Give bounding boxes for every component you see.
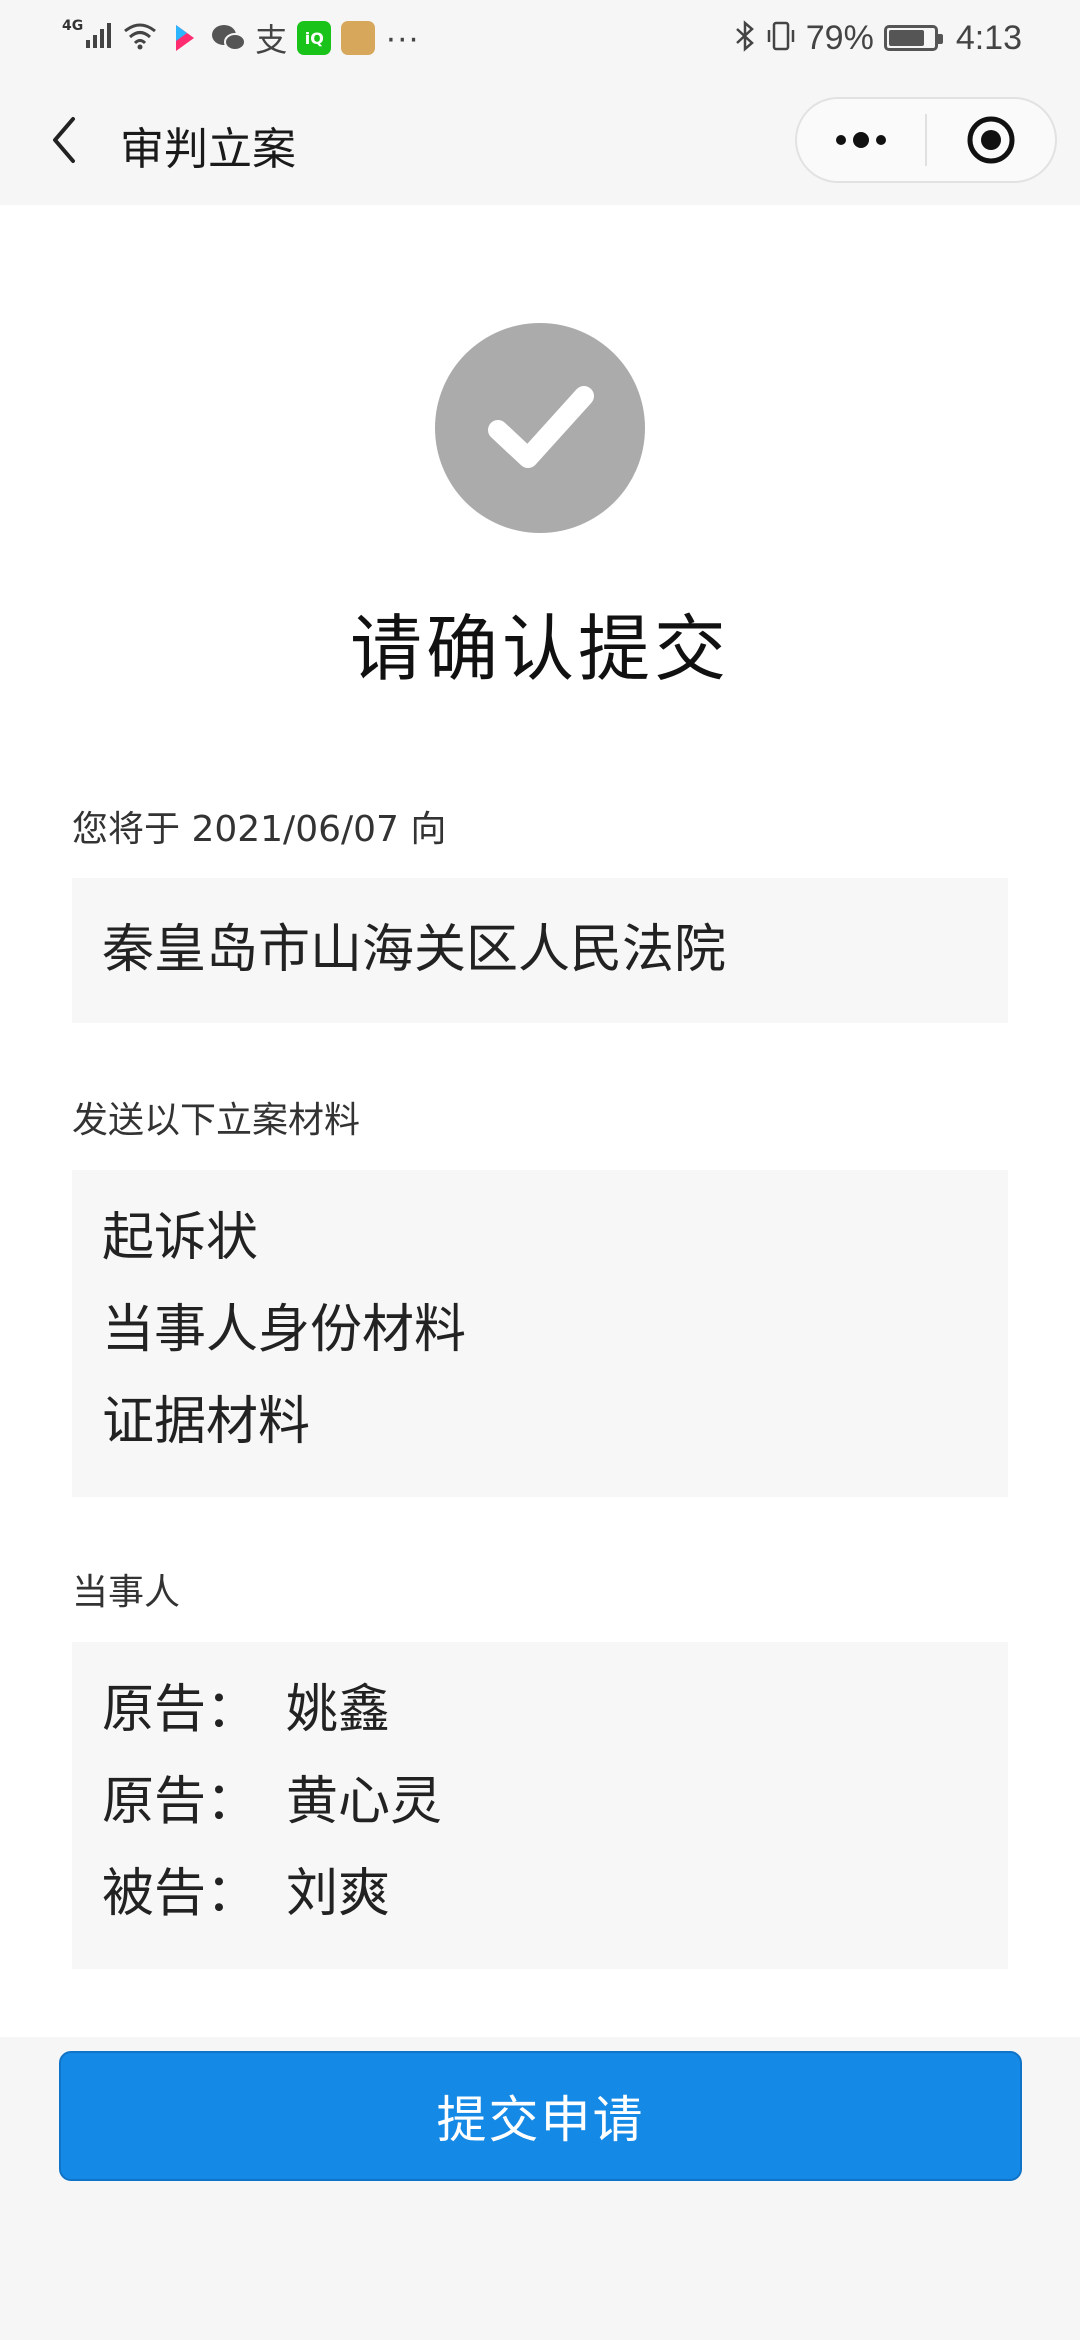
material-item: 起诉状 bbox=[102, 1208, 259, 1268]
page-title: 审判立案 bbox=[120, 124, 296, 175]
party-role: 原告： bbox=[102, 1680, 259, 1740]
status-bar-left: 4G 支 iQ ··· bbox=[62, 16, 419, 60]
party-name: 黄心灵 bbox=[286, 1772, 443, 1832]
party-name: 姚鑫 bbox=[286, 1680, 391, 1740]
party-row: 被告： 刘爽 bbox=[102, 1848, 978, 1940]
confirm-title: 请确认提交 bbox=[349, 607, 730, 691]
close-mini-program-button[interactable] bbox=[927, 99, 1055, 181]
success-check-icon bbox=[435, 323, 645, 533]
materials-label: 发送以下立案材料 bbox=[72, 1100, 361, 1141]
youku-icon bbox=[167, 21, 201, 55]
date-line: 您将于 2021/06/07 向 bbox=[72, 809, 447, 850]
battery-percent: 79% bbox=[805, 18, 874, 57]
more-notifications: ··· bbox=[385, 18, 420, 57]
alipay-icon: 支 bbox=[255, 22, 288, 58]
battery-icon bbox=[883, 25, 943, 51]
iqiyi-icon: iQ bbox=[297, 21, 332, 55]
target-icon bbox=[967, 116, 1015, 164]
party-role: 被告： bbox=[102, 1864, 259, 1924]
party-role: 原告： bbox=[102, 1772, 259, 1832]
back-button[interactable] bbox=[34, 105, 94, 175]
court-box: 秦皇岛市山海关区人民法院 bbox=[72, 878, 1008, 1023]
parties-box: 原告： 姚鑫 原告： 黄心灵 被告： 刘爽 bbox=[72, 1642, 1008, 1969]
material-item: 当事人身份材料 bbox=[102, 1300, 467, 1360]
party-name: 刘爽 bbox=[286, 1864, 391, 1924]
party-row: 原告： 黄心灵 bbox=[102, 1756, 978, 1848]
chevron-left-icon bbox=[53, 117, 75, 163]
more-button[interactable] bbox=[797, 99, 925, 181]
court-name: 秦皇岛市山海关区人民法院 bbox=[102, 920, 727, 980]
materials-box: 起诉状 当事人身份材料 证据材料 bbox=[72, 1170, 1008, 1497]
confirm-card: 请确认提交 您将于 2021/06/07 向 秦皇岛市山海关区人民法院 发送以下… bbox=[0, 205, 1080, 2037]
party-row: 原告： 姚鑫 bbox=[102, 1664, 978, 1756]
nav-bar: 审判立案 bbox=[0, 75, 1080, 205]
app-icon bbox=[341, 21, 376, 55]
material-item: 证据材料 bbox=[102, 1392, 311, 1452]
status-bar-right: 79% 4:13 bbox=[734, 16, 1022, 60]
vibrate-icon bbox=[766, 20, 796, 56]
network-type: 4G bbox=[62, 18, 84, 34]
mini-program-capsule bbox=[795, 97, 1057, 183]
battery-level bbox=[888, 30, 924, 46]
status-bar: 4G 支 iQ ··· 79% 4:13 bbox=[0, 0, 1080, 75]
clock: 4:13 bbox=[955, 18, 1022, 57]
wifi-icon bbox=[123, 22, 157, 54]
wechat-icon bbox=[211, 21, 247, 55]
parties-label: 当事人 bbox=[72, 1572, 181, 1613]
bluetooth-icon bbox=[734, 20, 756, 56]
signal-icon bbox=[85, 22, 113, 54]
more-dots-icon bbox=[836, 132, 886, 148]
submit-button[interactable]: 提交申请 bbox=[59, 2051, 1022, 2181]
